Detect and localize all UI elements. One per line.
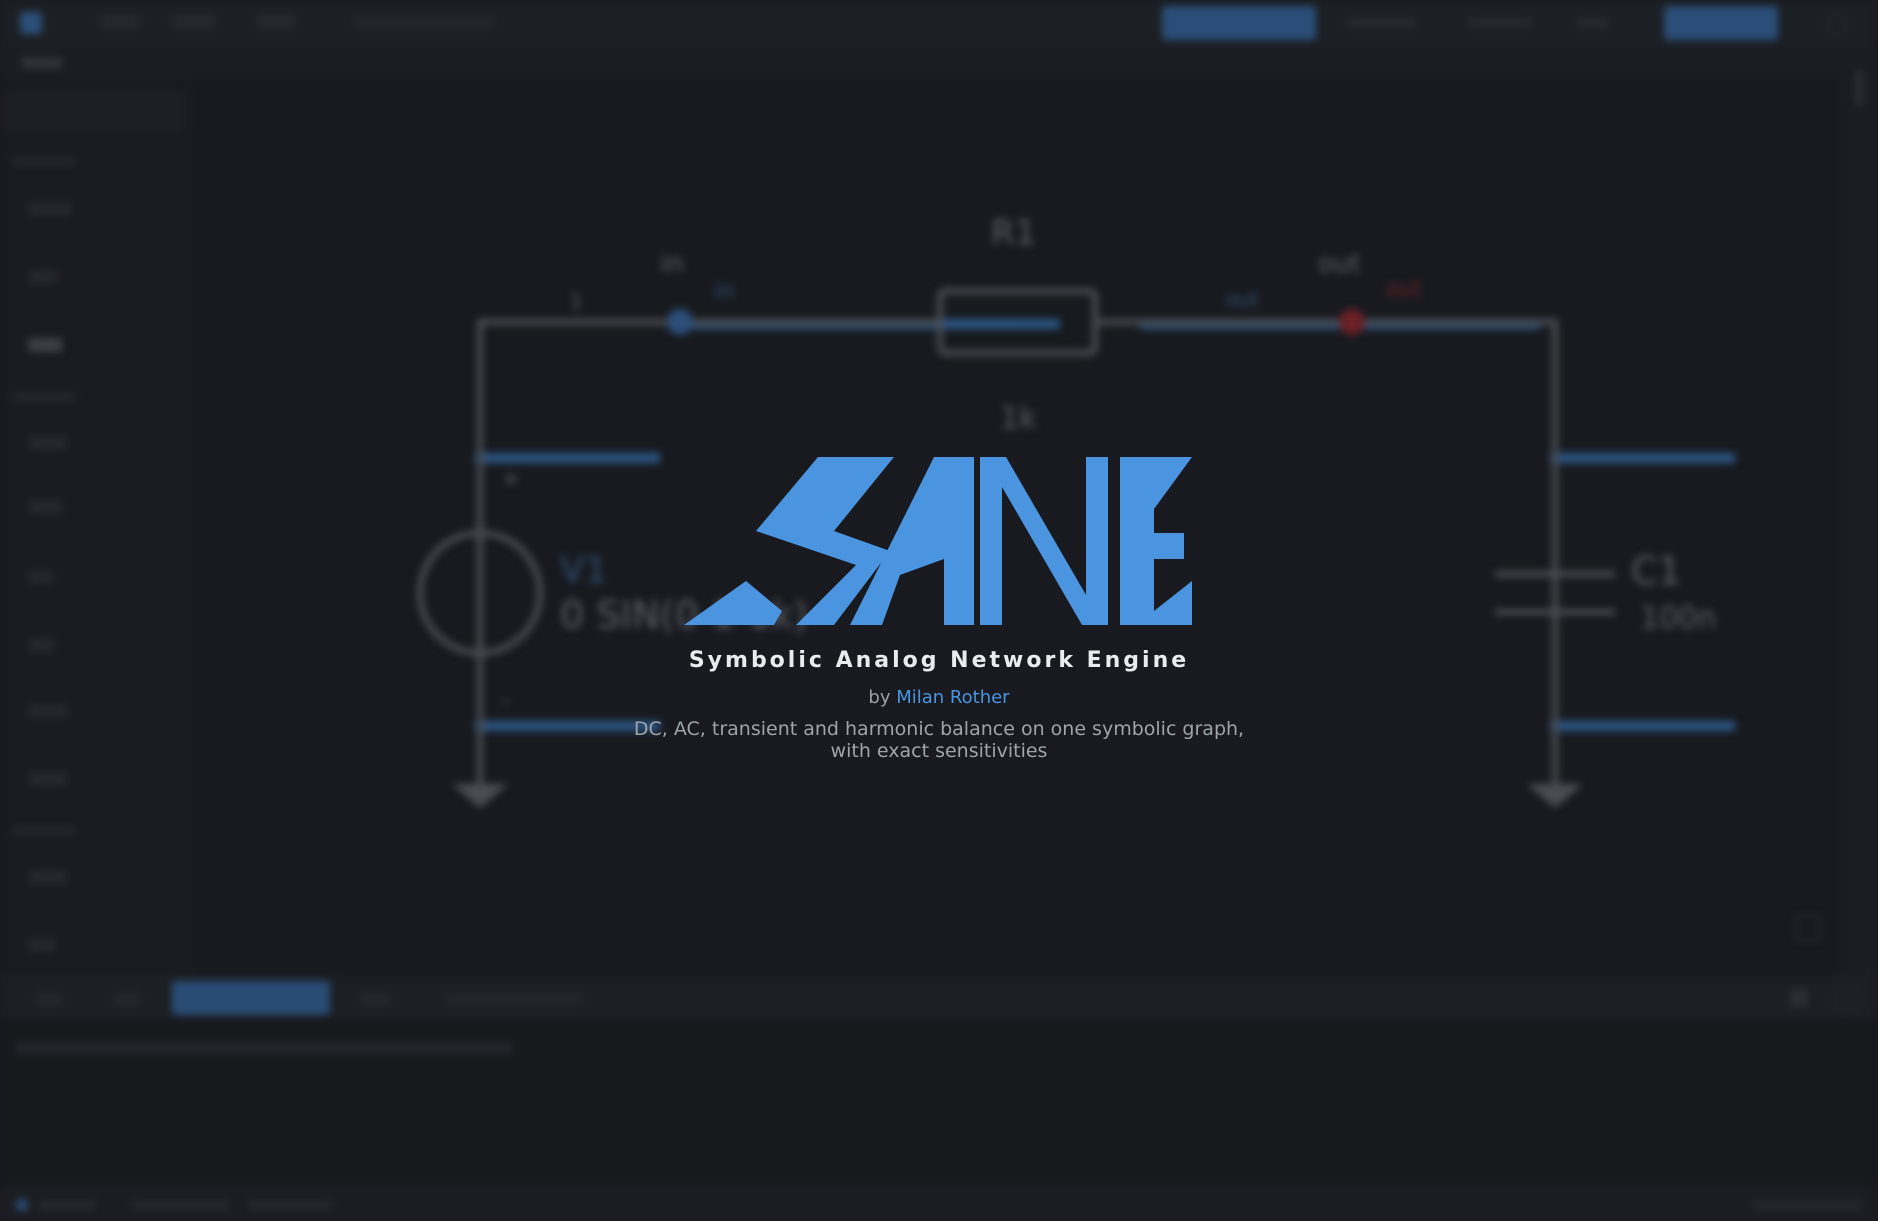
menu-file[interactable]	[100, 15, 140, 29]
capacitor-name: C1	[1631, 549, 1682, 593]
status-item	[38, 1201, 96, 1210]
console-panel	[0, 1018, 1878, 1188]
source-value: 0 SIN(0 1 1k)	[560, 593, 808, 637]
toolbar-button-4[interactable]	[1572, 6, 1614, 40]
status-bar	[0, 1188, 1878, 1221]
author-link[interactable]: Milan Rother	[896, 687, 1009, 708]
console-line	[16, 1042, 512, 1054]
rail-handle[interactable]	[1855, 70, 1863, 106]
bottom-tab[interactable]	[36, 993, 62, 1005]
library-item[interactable]	[28, 704, 68, 718]
schematic-canvas[interactable]: R1 1k in out C1 100n 0 SIN(0 1 1k) 1 + -…	[190, 76, 1840, 976]
resistor-value: 1k	[1000, 401, 1037, 436]
menu-view[interactable]	[256, 15, 296, 29]
library-item[interactable]	[28, 270, 58, 284]
bottom-panel-tabs	[0, 976, 1878, 1019]
toolbar-button-3[interactable]	[1462, 6, 1538, 40]
status-item	[1752, 1201, 1862, 1210]
library-item[interactable]	[28, 338, 62, 352]
pin-minus-label: -	[502, 689, 510, 714]
probe-in-label: in	[660, 249, 684, 279]
bottom-tab[interactable]	[444, 993, 584, 1005]
analysis-mode-button[interactable]	[1162, 6, 1316, 40]
run-button[interactable]	[1664, 6, 1778, 40]
probe-out-marker[interactable]	[1339, 309, 1365, 335]
pin-label: 1	[570, 289, 583, 313]
probe-in-tag: in	[714, 279, 734, 304]
panel-icon[interactable]	[1790, 989, 1808, 1007]
library-group-heading	[12, 826, 76, 836]
library-group-heading	[12, 156, 76, 166]
library-group-heading	[12, 392, 76, 402]
gear-icon[interactable]	[1826, 14, 1848, 36]
menu-edit[interactable]	[172, 15, 216, 29]
component-library	[0, 76, 191, 976]
bottom-tab-active[interactable]	[172, 981, 330, 1015]
document-tab[interactable]	[8, 50, 76, 78]
capacitor-value: 100n	[1640, 601, 1716, 636]
source-name: V1	[560, 550, 608, 591]
library-item[interactable]	[28, 202, 72, 216]
pin-plus-label: +	[502, 467, 520, 492]
status-item	[248, 1201, 332, 1210]
app-background: R1 1k in out C1 100n 0 SIN(0 1 1k) 1 + -…	[0, 0, 1878, 1221]
net-label: out	[1226, 287, 1259, 311]
bottom-tab[interactable]	[114, 993, 140, 1005]
resistor-name: R1	[991, 213, 1036, 253]
app-logo-icon	[20, 12, 42, 34]
zoom-fit-icon[interactable]	[1795, 915, 1821, 941]
menu-document-name[interactable]	[354, 15, 494, 29]
library-item[interactable]	[28, 870, 68, 884]
probe-in-marker[interactable]	[667, 309, 693, 335]
library-item[interactable]	[28, 772, 68, 786]
library-item[interactable]	[28, 638, 54, 652]
document-tabstrip	[0, 46, 1878, 78]
panel-icon[interactable]	[1834, 989, 1856, 1011]
library-item[interactable]	[28, 436, 68, 450]
top-toolbar	[0, 0, 1878, 47]
probe-out-tag: out	[1386, 277, 1422, 302]
status-item	[132, 1201, 230, 1210]
component-search-input[interactable]	[6, 92, 184, 130]
bottom-tab[interactable]	[360, 993, 390, 1005]
probe-out-label: out	[1318, 249, 1361, 279]
library-item[interactable]	[28, 570, 54, 584]
toolbar-button-2[interactable]	[1340, 6, 1424, 40]
library-item[interactable]	[28, 938, 56, 952]
status-dot	[16, 1199, 28, 1211]
library-item[interactable]	[28, 500, 62, 514]
right-rail	[1840, 46, 1878, 976]
